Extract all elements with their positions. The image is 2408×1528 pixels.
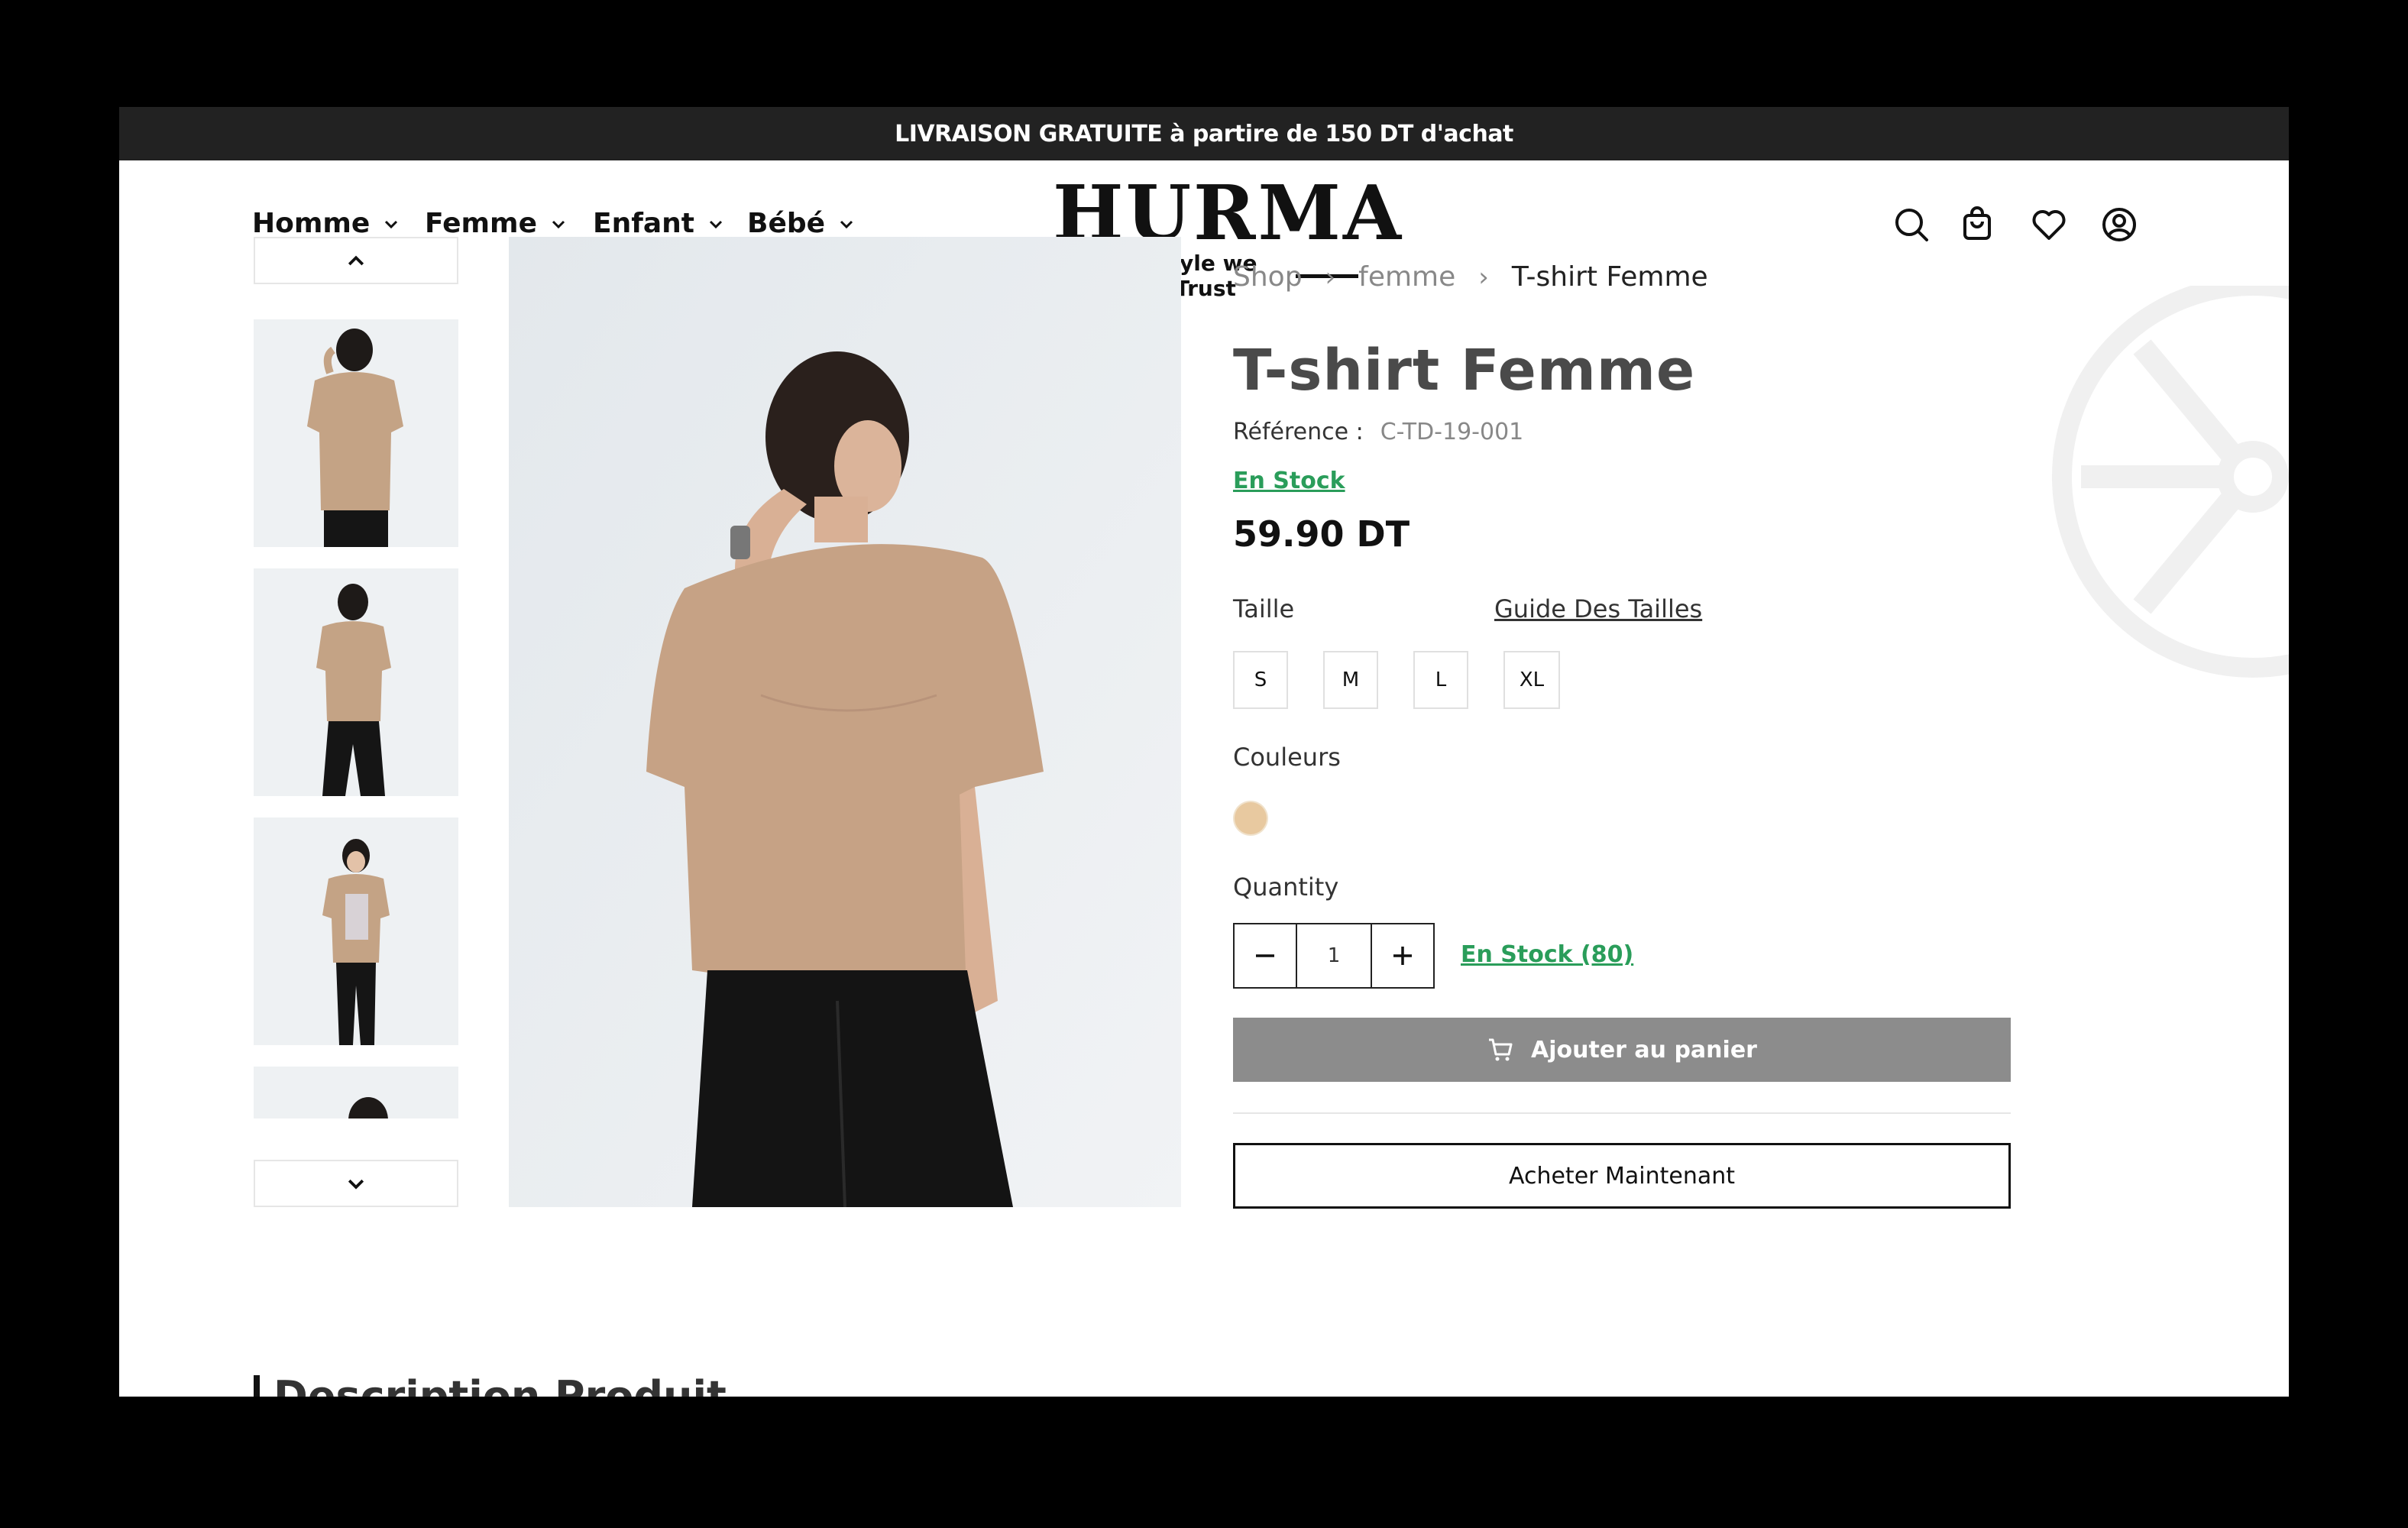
quantity-increase-button[interactable] bbox=[1372, 924, 1433, 987]
chevron-up-icon bbox=[348, 255, 364, 266]
chevron-down-icon bbox=[840, 220, 853, 228]
colors-label: Couleurs bbox=[1233, 743, 1341, 772]
quantity-decrease-button[interactable] bbox=[1235, 924, 1296, 987]
product-thumbnail-partial[interactable] bbox=[254, 1067, 458, 1118]
thumbnail-image bbox=[254, 817, 458, 1045]
color-swatch-beige[interactable] bbox=[1235, 802, 1267, 834]
cart-icon bbox=[1489, 1038, 1513, 1061]
product-title: T-shirt Femme bbox=[1233, 338, 1696, 403]
size-label: Taille bbox=[1233, 594, 1295, 623]
nav-enfant[interactable]: Enfant bbox=[593, 208, 725, 239]
thumbnail-scroll-down-button[interactable] bbox=[254, 1160, 458, 1207]
stock-status-link[interactable]: En Stock bbox=[1233, 468, 1345, 494]
nav-homme[interactable]: Homme bbox=[252, 208, 400, 239]
product-photo bbox=[509, 237, 1181, 1207]
size-option-m[interactable]: M bbox=[1323, 651, 1378, 709]
wishlist-button[interactable] bbox=[2029, 205, 2069, 244]
nav-homme-label: Homme bbox=[252, 208, 371, 239]
heart-icon bbox=[2032, 210, 2066, 240]
product-price: 59.90 DT bbox=[1233, 513, 1410, 555]
buy-now-button[interactable]: Acheter Maintenant bbox=[1233, 1143, 2011, 1209]
breadcrumb-separator: › bbox=[1325, 261, 1336, 293]
size-option-xl[interactable]: XL bbox=[1503, 651, 1560, 709]
product-reference: Référence : C-TD-19-001 bbox=[1233, 419, 1523, 445]
promo-bar: LIVRAISON GRATUITE à partire de 150 DT d… bbox=[119, 107, 2289, 160]
thumbnail-image bbox=[254, 568, 458, 796]
buy-now-label: Acheter Maintenant bbox=[1508, 1162, 1736, 1190]
minus-icon bbox=[1256, 954, 1274, 957]
quantity-label: Quantity bbox=[1233, 872, 1339, 902]
breadcrumb: Shop › femme › T-shirt Femme bbox=[1233, 261, 1708, 293]
product-thumbnail[interactable] bbox=[254, 568, 458, 796]
search-button[interactable] bbox=[1892, 205, 1931, 244]
size-option-l[interactable]: L bbox=[1413, 651, 1468, 709]
description-heading: Description Produit bbox=[254, 1372, 727, 1397]
search-icon bbox=[1895, 209, 1928, 241]
add-to-cart-label: Ajouter au panier bbox=[1531, 1036, 1757, 1063]
plus-icon bbox=[1393, 947, 1412, 965]
promo-text: LIVRAISON GRATUITE à partire de 150 DT d… bbox=[895, 120, 1513, 147]
add-to-cart-button[interactable]: Ajouter au panier bbox=[1233, 1018, 2011, 1082]
thumbnail-image bbox=[254, 319, 458, 547]
breadcrumb-category-link[interactable]: femme bbox=[1358, 261, 1455, 293]
chevron-down-icon bbox=[348, 1179, 364, 1190]
page-frame: Homme Femme Enfant Bébé HURMA Style we T… bbox=[119, 160, 2289, 1397]
description-heading-text: Description Produit bbox=[273, 1372, 727, 1397]
nav-enfant-label: Enfant bbox=[593, 208, 695, 239]
product-thumbnail[interactable] bbox=[254, 817, 458, 1045]
product-thumbnail[interactable] bbox=[254, 319, 458, 547]
reference-value: C-TD-19-001 bbox=[1380, 419, 1524, 445]
nav-femme-label: Femme bbox=[425, 208, 537, 239]
thumbnail-scroll-up-button[interactable] bbox=[254, 237, 458, 284]
breadcrumb-current: T-shirt Femme bbox=[1511, 261, 1708, 293]
quantity-stepper: 1 bbox=[1233, 923, 1435, 989]
chevron-down-icon bbox=[552, 220, 565, 228]
cart-button[interactable] bbox=[1957, 205, 1997, 244]
chevron-down-icon bbox=[709, 220, 723, 228]
user-icon bbox=[2102, 208, 2136, 241]
nav-bebe[interactable]: Bébé bbox=[747, 208, 856, 239]
stock-count-link[interactable]: En Stock (80) bbox=[1461, 941, 1633, 968]
thumbnail-image bbox=[254, 1067, 458, 1118]
chevron-down-icon bbox=[385, 220, 398, 228]
divider bbox=[1233, 1112, 2011, 1114]
breadcrumb-separator: › bbox=[1478, 261, 1489, 293]
reference-label: Référence : bbox=[1233, 419, 1364, 445]
nav-bebe-label: Bébé bbox=[747, 208, 826, 239]
account-button[interactable] bbox=[2099, 205, 2139, 244]
size-option-s[interactable]: S bbox=[1233, 651, 1288, 709]
main-product-image[interactable] bbox=[509, 237, 1181, 1207]
shopping-bag-icon bbox=[1963, 206, 1991, 240]
size-guide-link[interactable]: Guide Des Tailles bbox=[1494, 594, 1702, 623]
decorative-wheel-graphic bbox=[2052, 286, 2289, 678]
nav-femme[interactable]: Femme bbox=[425, 208, 568, 239]
heading-accent-bar bbox=[254, 1374, 260, 1397]
breadcrumb-shop-link[interactable]: Shop bbox=[1233, 261, 1303, 293]
quantity-input[interactable]: 1 bbox=[1296, 924, 1372, 987]
